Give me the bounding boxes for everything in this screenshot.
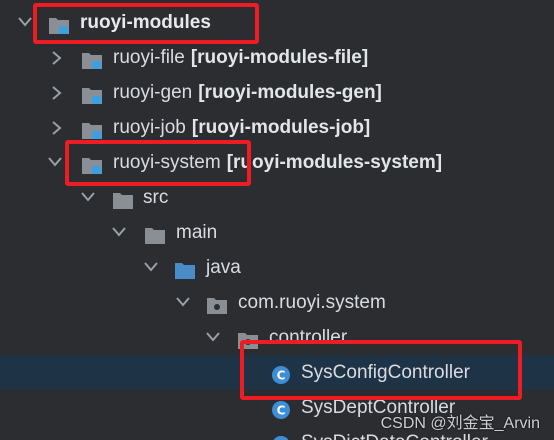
tree-node-label: controller — [269, 327, 348, 348]
chevron-down-icon[interactable] — [18, 5, 34, 40]
module-folder-icon — [81, 152, 103, 174]
module-name: ruoyi-system — [113, 152, 221, 173]
module-name: ruoyi-file — [113, 47, 185, 68]
module-artifact: [ruoyi-modules-gen] — [198, 82, 382, 103]
package-icon — [206, 292, 228, 314]
package-icon — [237, 327, 259, 349]
module-folder-icon — [81, 117, 103, 139]
project-tree: ruoyi-modules ruoyi-file [ruoyi-modules-f… — [0, 0, 554, 440]
chevron-down-icon[interactable] — [81, 180, 97, 215]
tree-node-label: src — [143, 187, 169, 208]
module-name: ruoyi-gen — [113, 82, 193, 103]
module-folder-icon — [48, 12, 70, 34]
tree-node-main[interactable]: main — [0, 215, 554, 250]
folder-icon — [112, 187, 134, 209]
class-icon: C — [270, 362, 292, 384]
chevron-down-icon[interactable] — [176, 285, 192, 320]
chevron-down-icon[interactable] — [206, 320, 222, 355]
module-artifact: [ruoyi-modules-job] — [191, 117, 371, 138]
module-artifact: [ruoyi-modules-file] — [190, 47, 369, 68]
svg-text:C: C — [277, 404, 286, 418]
chevron-down-icon[interactable] — [48, 145, 64, 180]
tree-node-controller[interactable]: controller — [0, 320, 554, 355]
folder-icon — [144, 222, 166, 244]
chevron-right-icon[interactable] — [51, 75, 67, 110]
module-artifact: [ruoyi-modules-system] — [226, 152, 443, 173]
tree-node-label: SysConfigController — [301, 362, 470, 383]
tree-node-class[interactable]: C SysConfigController — [0, 355, 554, 390]
tree-node-ruoyi-system[interactable]: ruoyi-system [ruoyi-modules-system] — [0, 145, 554, 180]
chevron-right-icon[interactable] — [51, 40, 67, 75]
tree-node-java[interactable]: java — [0, 250, 554, 285]
svg-text:C: C — [277, 369, 286, 383]
class-icon: C — [270, 432, 292, 440]
tree-node-src[interactable]: src — [0, 180, 554, 215]
chevron-down-icon[interactable] — [112, 215, 128, 250]
tree-node-label: ruoyi-modules — [80, 12, 211, 33]
module-name: ruoyi-job — [113, 117, 186, 138]
tree-node-package[interactable]: com.ruoyi.system — [0, 285, 554, 320]
watermark: CSDN @刘金宝_Arvin — [380, 415, 540, 432]
chevron-right-icon[interactable] — [51, 110, 67, 145]
tree-node-ruoyi-modules[interactable]: ruoyi-modules — [0, 5, 554, 40]
module-folder-icon — [81, 82, 103, 104]
tree-node-ruoyi-job[interactable]: ruoyi-job [ruoyi-modules-job] — [0, 110, 554, 145]
chevron-down-icon[interactable] — [144, 250, 160, 285]
tree-node-ruoyi-file[interactable]: ruoyi-file [ruoyi-modules-file] — [0, 40, 554, 75]
class-icon: C — [270, 397, 292, 419]
tree-node-label: java — [206, 257, 241, 278]
tree-node-label: com.ruoyi.system — [238, 292, 386, 313]
source-folder-icon — [174, 257, 196, 279]
tree-node-label: main — [176, 222, 218, 243]
tree-node-ruoyi-gen[interactable]: ruoyi-gen [ruoyi-modules-gen] — [0, 75, 554, 110]
module-folder-icon — [81, 47, 103, 69]
